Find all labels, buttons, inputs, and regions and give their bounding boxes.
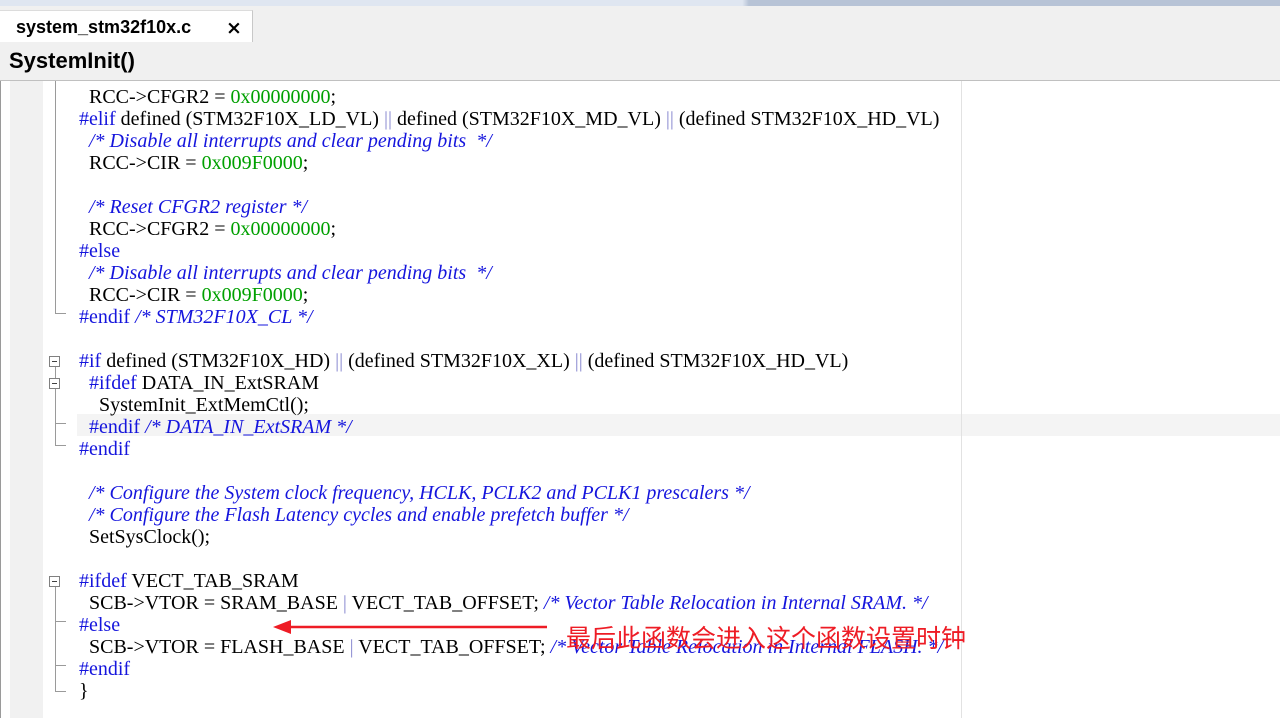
code-line[interactable]: #endif — [79, 438, 943, 460]
code-token: DATA_IN_ExtSRAM — [136, 372, 320, 394]
code-line[interactable]: #endif — [79, 658, 943, 680]
code-line[interactable]: SCB->VTOR = SRAM_BASE | VECT_TAB_OFFSET;… — [79, 592, 943, 614]
code-token: defined (STM32F10X_HD) — [101, 350, 336, 372]
code-line[interactable]: #ifdef VECT_TAB_SRAM — [79, 570, 943, 592]
code-token: #else — [79, 614, 121, 636]
code-token: /* STM32F10X_CL */ — [130, 306, 313, 328]
code-token: SystemInit_ExtMemCtl(); — [79, 394, 309, 416]
code-token: #endif — [79, 306, 131, 328]
code-token: SetSysClock(); — [79, 526, 211, 548]
code-token: VECT_TAB_SRAM — [126, 570, 299, 592]
code-token: defined (STM32F10X_LD_VL) — [115, 108, 384, 130]
code-line[interactable]: /* Configure the System clock frequency,… — [79, 482, 943, 504]
code-token: ; — [330, 86, 337, 108]
fold-end-tick — [55, 691, 66, 692]
code-token: RCC->CIR = — [79, 152, 202, 174]
code-line[interactable]: SetSysClock(); — [79, 526, 943, 548]
code-token: #endif — [79, 438, 131, 460]
code-line[interactable]: #endif /* STM32F10X_CL */ — [79, 306, 943, 328]
code-line[interactable]: #else — [79, 240, 943, 262]
fold-end-tick — [55, 423, 66, 424]
code-line[interactable]: RCC->CIR = 0x009F0000; — [79, 152, 943, 174]
current-function-name: SystemInit() — [9, 48, 135, 73]
code-token: ; — [302, 152, 309, 174]
tab-system-stm32f10x[interactable]: system_stm32f10x.c × — [0, 10, 253, 42]
code-token: 0x009F0000 — [201, 152, 303, 174]
source-code[interactable]: RCC->CFGR2 = 0x00000000; #elif defined (S… — [79, 86, 943, 702]
code-line[interactable]: /* Configure the Flash Latency cycles an… — [79, 504, 943, 526]
code-token: /* DATA_IN_ExtSRAM */ — [140, 416, 352, 438]
fold-collapse-icon[interactable] — [49, 378, 60, 389]
code-token: #elif — [79, 108, 116, 130]
close-icon[interactable]: × — [226, 17, 242, 39]
code-token: } — [79, 680, 89, 702]
code-line[interactable] — [79, 460, 943, 482]
code-token: /* Configure the System clock frequency,… — [79, 482, 750, 504]
code-token: || — [665, 108, 674, 130]
code-token: || — [574, 350, 583, 372]
tab-label: system_stm32f10x.c — [16, 17, 192, 37]
code-token: || — [383, 108, 392, 130]
code-token: (defined STM32F10X_HD_VL) — [673, 108, 940, 130]
code-token: RCC->CFGR2 = — [79, 86, 231, 108]
code-line[interactable]: #elif defined (STM32F10X_LD_VL) || defin… — [79, 108, 943, 130]
code-token: #ifdef — [79, 570, 127, 592]
fold-end-tick — [55, 313, 66, 314]
fold-collapse-icon[interactable] — [49, 356, 60, 367]
code-token: 0x00000000 — [230, 86, 331, 108]
code-line[interactable]: } — [79, 680, 943, 702]
code-token: (defined STM32F10X_HD_VL) — [582, 350, 849, 372]
fold-guide-line — [55, 81, 56, 313]
code-line[interactable]: /* Disable all interrupts and clear pend… — [79, 130, 943, 152]
code-line[interactable]: /* Reset CFGR2 register */ — [79, 196, 943, 218]
code-token: 0x009F0000 — [201, 284, 303, 306]
code-line[interactable]: #if defined (STM32F10X_HD) || (defined S… — [79, 350, 943, 372]
code-token: RCC->CIR = — [79, 284, 202, 306]
code-line[interactable] — [79, 174, 943, 196]
code-line[interactable]: RCC->CFGR2 = 0x00000000; — [79, 218, 943, 240]
code-token: #endif — [79, 416, 141, 438]
code-token: /* Configure the Flash Latency cycles an… — [79, 504, 629, 526]
code-line[interactable] — [79, 328, 943, 350]
function-navigation-bar[interactable]: SystemInit() — [0, 42, 1280, 81]
line-number-gutter — [10, 81, 43, 718]
code-token: #ifdef — [79, 372, 137, 394]
code-token: #endif — [79, 658, 131, 680]
fold-end-tick — [55, 621, 66, 622]
fold-margin — [43, 81, 76, 718]
code-token: defined (STM32F10X_MD_VL) — [391, 108, 666, 130]
code-token: /* Disable all interrupts and clear pend… — [79, 130, 492, 152]
code-token: #if — [79, 350, 102, 372]
code-token: VECT_TAB_OFFSET; — [346, 592, 544, 614]
code-token: #else — [79, 240, 121, 262]
code-token: /* Vector Table Relocation in Internal S… — [543, 592, 928, 614]
code-token: RCC->CFGR2 = — [79, 218, 231, 240]
code-line[interactable]: /* Disable all interrupts and clear pend… — [79, 262, 943, 284]
fold-guide-line — [55, 587, 56, 692]
tab-bar: system_stm32f10x.c × — [0, 6, 1280, 42]
code-line[interactable]: #ifdef DATA_IN_ExtSRAM — [79, 372, 943, 394]
code-token: 0x00000000 — [230, 218, 331, 240]
fold-end-tick — [55, 445, 66, 446]
code-token: /* Reset CFGR2 register */ — [79, 196, 308, 218]
fold-guide-line — [55, 389, 56, 446]
code-token: (defined STM32F10X_XL) — [343, 350, 575, 372]
code-editor[interactable]: RCC->CFGR2 = 0x00000000; #elif defined (S… — [0, 81, 1280, 718]
code-token: /* Disable all interrupts and clear pend… — [79, 262, 492, 284]
code-token: SCB->VTOR = SRAM_BASE — [79, 592, 343, 614]
code-token: ; — [302, 284, 309, 306]
fold-guide-line — [55, 367, 56, 378]
fold-end-tick — [55, 665, 66, 666]
code-line[interactable]: #endif /* DATA_IN_ExtSRAM */ — [79, 416, 943, 438]
code-token: ; — [330, 218, 337, 240]
code-line[interactable]: RCC->CIR = 0x009F0000; — [79, 284, 943, 306]
red-arrow-icon — [271, 615, 551, 644]
code-line[interactable]: RCC->CFGR2 = 0x00000000; — [79, 86, 943, 108]
code-line[interactable] — [79, 548, 943, 570]
code-token: || — [335, 350, 344, 372]
code-line[interactable]: SystemInit_ExtMemCtl(); — [79, 394, 943, 416]
fold-collapse-icon[interactable] — [49, 576, 60, 587]
annotation-text: 最后此函数会进入这个函数设置时钟 — [566, 624, 967, 653]
